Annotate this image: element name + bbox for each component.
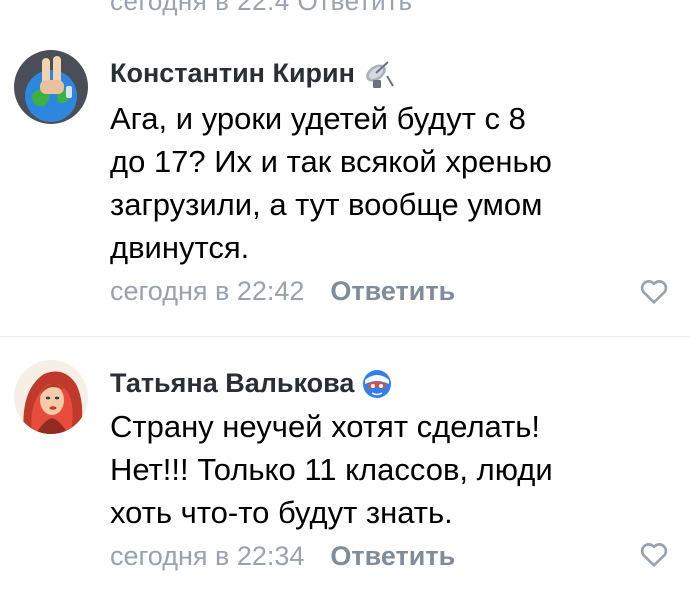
superhero-mask-icon <box>360 366 394 400</box>
comment-text-line: Ага, и уроки удетей будут с 8 <box>110 101 526 136</box>
author-name[interactable]: Татьяна Валькова <box>110 368 354 399</box>
comment-text-line: Нет!!! Только 11 классов, люди <box>110 452 553 487</box>
comment-meta: сегодня в 22:42 Ответить <box>110 275 455 307</box>
previous-comment-meta: сегодня в 22:4 Ответить <box>110 0 413 16</box>
comment-text-line: Страну неучей хотят сделать! <box>110 409 541 444</box>
author-name[interactable]: Константин Кирин <box>110 58 355 89</box>
heart-outline-icon[interactable] <box>638 538 670 570</box>
reply-button[interactable]: Ответить <box>330 276 455 307</box>
comment-meta: сегодня в 22:34 Ответить <box>110 540 455 572</box>
author-row: Константин Кирин <box>110 56 395 90</box>
comment-text-line: загрузили, а тут вообще умом <box>110 187 543 222</box>
avatar[interactable] <box>14 50 88 124</box>
comment-time: сегодня в 22:42 <box>110 275 305 306</box>
peace-hand-earth-avatar <box>14 50 88 124</box>
comment-text-line: хоть что-то будут знать. <box>110 495 453 530</box>
reply-button[interactable]: Ответить <box>330 541 455 572</box>
comment-time: сегодня в 22:34 <box>110 540 305 571</box>
author-row: Татьяна Валькова <box>110 366 394 400</box>
redhead-woman-avatar <box>14 360 88 434</box>
comment-text: Ага, и уроки удетей будут с 8 до 17? Их … <box>110 97 630 269</box>
comment-text-line: до 17? Их и так всякой хренью <box>110 144 552 179</box>
heart-outline-icon[interactable] <box>638 275 670 307</box>
comment-text-line: двинутся. <box>110 230 250 265</box>
comment-text: Страну неучей хотят сделать! Нет!!! Толь… <box>110 405 630 534</box>
comment-divider <box>0 336 690 337</box>
avatar[interactable] <box>14 360 88 434</box>
satellite-dish-icon <box>361 56 395 90</box>
